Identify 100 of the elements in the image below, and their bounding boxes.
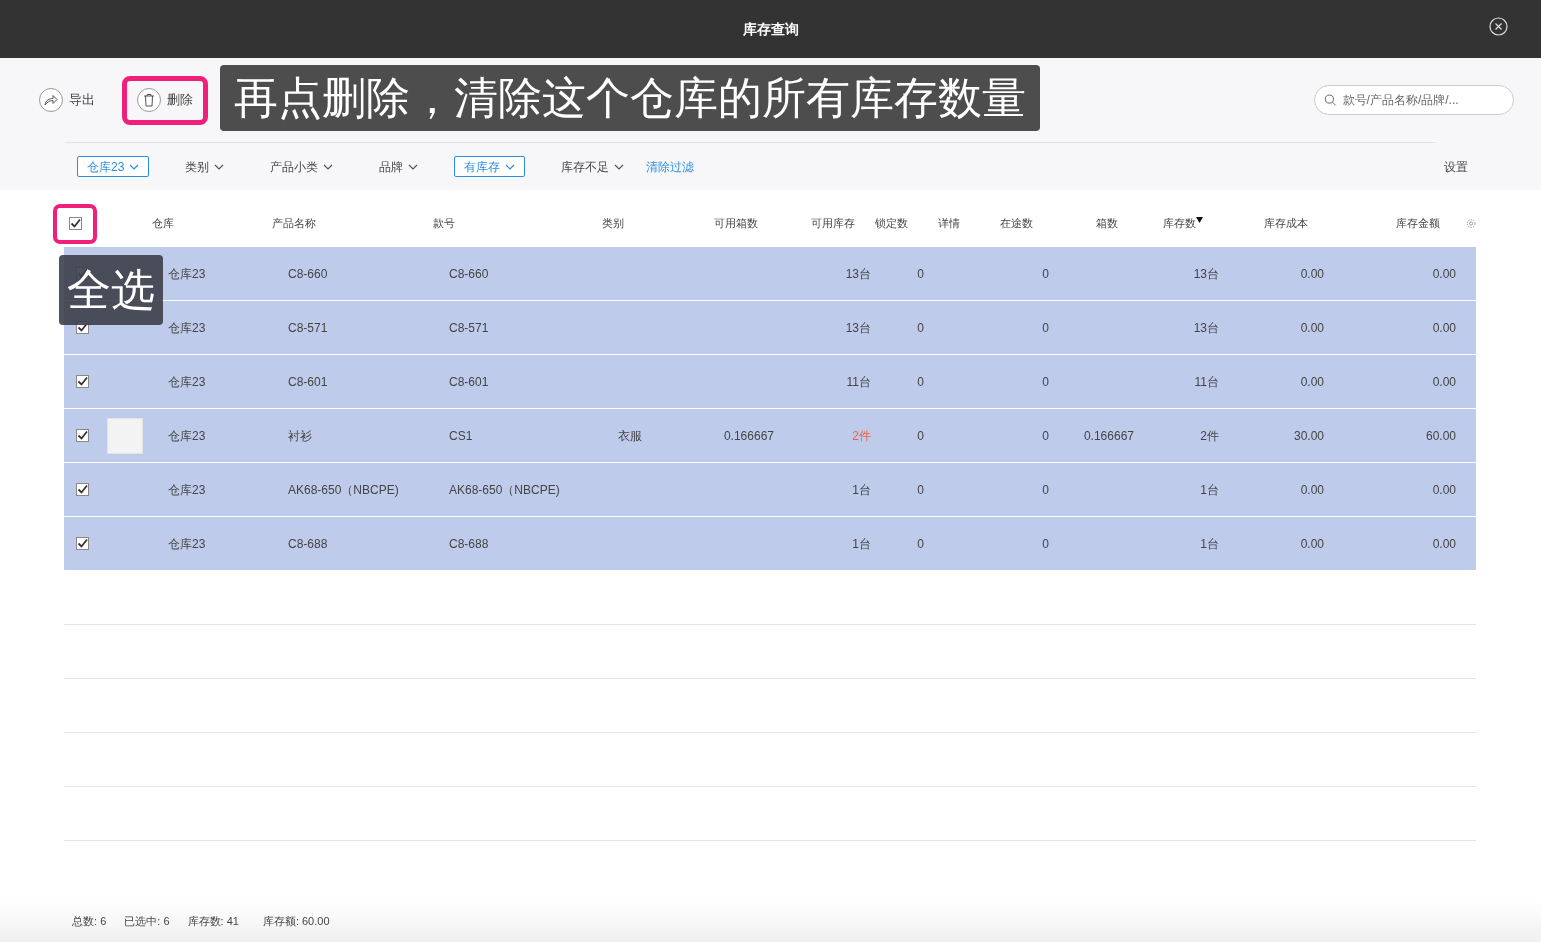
- table-cell: C8-601: [288, 374, 328, 389]
- export-button[interactable]: 导出: [24, 75, 110, 125]
- caret-icon: [129, 163, 140, 170]
- summary-stat: 库存额: 60.00: [262, 913, 330, 929]
- search-input[interactable]: 款号/产品名称/品牌/...: [1342, 91, 1504, 109]
- table-cell: 0.00: [1300, 266, 1324, 281]
- table-cell: 0.00: [1300, 374, 1324, 389]
- table-cell: 2件: [852, 428, 871, 443]
- table-cell: 0: [1042, 536, 1049, 551]
- select-all-tooltip: 全选: [59, 255, 163, 325]
- close-icon[interactable]: [1489, 17, 1508, 36]
- table-cell: 11台: [1194, 374, 1219, 389]
- table-cell: 0.00: [1432, 374, 1456, 389]
- table-cell: 1台: [1200, 536, 1219, 551]
- column-header[interactable]: 库存成本: [1263, 217, 1308, 230]
- table-cell: C8-660: [449, 266, 489, 281]
- table-cell: 0: [917, 320, 924, 335]
- table-cell: 0: [917, 482, 924, 497]
- search-field[interactable]: 款号/产品名称/品牌/...: [1314, 85, 1514, 115]
- table-cell: 1台: [852, 536, 871, 551]
- table-cell: 0: [917, 374, 924, 389]
- search-icon: [1324, 93, 1337, 107]
- table-cell: 仓库23: [168, 536, 206, 551]
- table-row[interactable]: 仓库23 AK68-650（NBCPE) AK68-650（NBCPE) 1台 0 0 1台 0.00 0.00: [64, 463, 1476, 517]
- caret-icon: [408, 163, 419, 170]
- table-cell: 60.00: [1425, 428, 1456, 443]
- table-cell: 0.00: [1300, 482, 1324, 497]
- table-cell: 13台: [845, 266, 871, 281]
- table-cell: 0.00: [1432, 266, 1456, 281]
- filter-dropdown[interactable]: 有库存: [454, 156, 526, 177]
- table-row[interactable]: 仓库23 衬衫 CS1 衣服 0.166667 2件 0 0 0.166667 2件 30.00 60.00: [64, 409, 1476, 463]
- table-row[interactable]: 仓库23 C8-688 C8-688 1台 0 0 1台 0.00 0.00: [64, 517, 1476, 571]
- table-cell: 仓库23: [168, 482, 206, 497]
- settings-link[interactable]: 设置: [1444, 157, 1468, 176]
- table-cell: CS1: [449, 428, 473, 443]
- column-header[interactable]: 箱数: [1095, 217, 1118, 230]
- share-icon: [44, 94, 58, 106]
- column-header[interactable]: 锁定数: [874, 217, 908, 230]
- table-cell: 0: [917, 428, 924, 443]
- table-cell: C8-688: [449, 536, 489, 551]
- table-cell: 仓库23: [168, 266, 206, 281]
- summary-stat: 库存数: 41: [187, 913, 239, 929]
- table-cell: 0: [1042, 374, 1049, 389]
- sort-arrow-icon: [1195, 217, 1203, 224]
- summary-stat: 总数: 6: [72, 913, 107, 929]
- table-cell: 0: [917, 266, 924, 281]
- table-cell: 1台: [1200, 482, 1219, 497]
- table-row[interactable]: 仓库23 C8-601 C8-601 11台 0 0 11台 0.00 0.00: [64, 355, 1476, 409]
- table-cell: 2件: [1200, 428, 1219, 443]
- table-cell: 0.00: [1432, 536, 1456, 551]
- checkbox[interactable]: [75, 537, 89, 550]
- table-cell: C8-688: [288, 536, 328, 551]
- column-header[interactable]: 在途数: [999, 217, 1033, 230]
- delete-button[interactable]: 删除: [122, 75, 208, 125]
- column-header[interactable]: 款号: [432, 217, 455, 230]
- table-cell: 0.00: [1432, 482, 1456, 497]
- checkbox[interactable]: [75, 429, 89, 442]
- table-cell: C8-601: [449, 374, 489, 389]
- column-header[interactable]: 库存数: [1162, 217, 1196, 230]
- summary-stat: 已选中: 6: [124, 913, 170, 929]
- table-cell: 13台: [845, 320, 871, 335]
- caret-icon: [505, 163, 516, 170]
- table-cell: 13台: [1193, 266, 1219, 281]
- window-title: 库存查询: [742, 19, 799, 39]
- table-cell: 仓库23: [168, 374, 206, 389]
- table-cell: 11台: [846, 374, 871, 389]
- column-header[interactable]: 仓库: [151, 217, 174, 230]
- table-cell: 0.00: [1432, 320, 1456, 335]
- checkbox[interactable]: [75, 375, 89, 388]
- table-cell: 30.00: [1293, 428, 1324, 443]
- column-header[interactable]: 库存金额: [1395, 217, 1440, 230]
- table-cell: 0: [1042, 482, 1049, 497]
- column-header[interactable]: 详情: [937, 217, 960, 230]
- table-cell: 衣服: [618, 428, 642, 443]
- table-cell: C8-571: [288, 320, 328, 335]
- filter-dropdown[interactable]: 仓库23: [77, 156, 150, 177]
- column-header[interactable]: 类别: [601, 217, 624, 230]
- trash-icon: [143, 93, 155, 107]
- table-cell: 0.166667: [1083, 428, 1134, 443]
- column-header[interactable]: 产品名称: [271, 217, 316, 230]
- table-cell: 0.166667: [723, 428, 774, 443]
- filter-dropdown[interactable]: 产品小类: [260, 156, 344, 177]
- table-cell: AK68-650（NBCPE): [449, 482, 560, 497]
- table-cell: 0: [1042, 266, 1049, 281]
- column-header[interactable]: 可用箱数: [713, 217, 758, 230]
- column-header[interactable]: 可用库存: [810, 217, 855, 230]
- table-cell: 仓库23: [168, 428, 206, 443]
- table-cell: 1台: [852, 482, 871, 497]
- filter-dropdown[interactable]: 品牌: [369, 156, 429, 177]
- table-cell: 衬衫: [288, 428, 312, 443]
- caret-icon: [214, 163, 225, 170]
- table-cell: 0: [1042, 320, 1049, 335]
- table-cell: AK68-650（NBCPE): [288, 482, 399, 497]
- filter-dropdown[interactable]: 类别: [175, 156, 235, 177]
- checkbox[interactable]: [75, 483, 89, 496]
- table-cell: 0.00: [1300, 536, 1324, 551]
- caret-icon: [323, 163, 334, 170]
- filter-dropdown[interactable]: 库存不足: [551, 156, 635, 177]
- table-cell: C8-571: [449, 320, 489, 335]
- checkbox[interactable]: [68, 217, 82, 230]
